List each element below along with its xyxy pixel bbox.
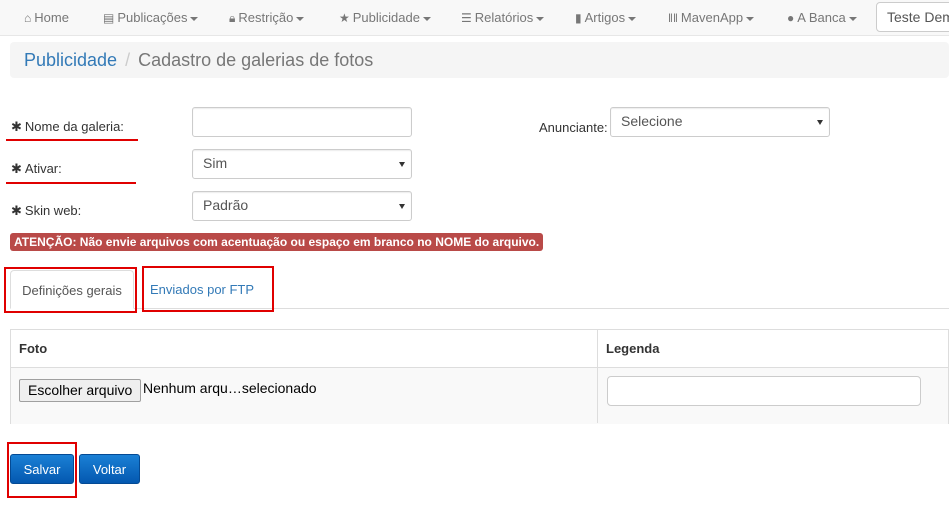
nav-home-label: Home [34, 10, 69, 25]
highlight-box [4, 267, 137, 313]
skin-web-select-value: Padrão [203, 197, 249, 213]
chevron-down-icon [422, 16, 431, 21]
photo-table: Foto Legenda Escolher arquivo Nenhum arq… [10, 329, 949, 424]
required-icon: ✱ [11, 203, 22, 218]
column-divider [597, 330, 598, 423]
barcode-icon: ‖‖ [668, 11, 678, 25]
highlight-box [7, 442, 77, 498]
nav-a-banca[interactable]: ● A Banca [787, 0, 857, 36]
ativar-select[interactable]: Sim [192, 149, 412, 179]
table-row: Escolher arquivo Nenhum arqu…selecionado [11, 367, 948, 424]
ativar-select-value: Sim [203, 155, 228, 171]
highlight-box [142, 266, 274, 312]
globe-icon: ● [787, 11, 795, 25]
anunciante-label: Anunciante: [539, 120, 608, 135]
nav-mavenapp-label: MavenApp [680, 10, 744, 25]
nav-publicacoes-label: Publicações [117, 10, 188, 25]
nav-search-input[interactable]: Teste Dem [876, 2, 949, 32]
nome-galeria-label: ✱ Nome da galeria: [11, 119, 124, 135]
top-navbar: ⌂ Home ▤ Publicações 🔒︎ Restrição ★ Publicid… [0, 0, 949, 36]
required-icon: ✱ [11, 161, 22, 176]
chevron-down-icon [628, 16, 637, 21]
nome-galeria-input[interactable] [192, 107, 412, 137]
select-arrow-icon [399, 162, 405, 167]
nome-galeria-label-text: Nome da galeria: [24, 119, 124, 134]
breadcrumb-separator: / [125, 50, 131, 70]
breadcrumb: Publicidade / Cadastro de galerias de foto… [10, 42, 949, 78]
breadcrumb-link-publicidade[interactable]: Publicidade [24, 50, 117, 70]
skin-web-select[interactable]: Padrão [192, 191, 412, 221]
nav-publicacoes[interactable]: ▤ Publicações [103, 0, 199, 36]
select-arrow-icon [399, 204, 405, 209]
choose-file-button[interactable]: Escolher arquivo [19, 379, 142, 402]
legenda-input[interactable] [607, 376, 921, 406]
bookmark-icon: ▮ [575, 11, 582, 25]
nav-artigos-label: Artigos [584, 10, 626, 25]
table-header-legenda: Legenda [606, 341, 660, 356]
list-icon: ☰ [461, 11, 472, 25]
nav-mavenapp[interactable]: ‖‖ MavenApp [668, 0, 755, 36]
chevron-down-icon [746, 16, 755, 21]
nav-publicidade[interactable]: ★ Publicidade [339, 0, 431, 36]
home-icon: ⌂ [24, 11, 32, 25]
chevron-down-icon [296, 16, 305, 21]
chevron-down-icon [536, 16, 545, 21]
nav-home[interactable]: ⌂ Home [24, 0, 69, 36]
file-status-text: Nenhum arqu…selecionado [143, 380, 317, 396]
lock-icon: 🔒︎ [229, 11, 236, 25]
star-icon: ★ [339, 11, 350, 25]
nav-relatorios-label: Relatórios [474, 10, 534, 25]
highlight-underline [6, 182, 136, 184]
ativar-label: ✱ Ativar: [11, 161, 62, 177]
chevron-down-icon [190, 16, 199, 21]
nav-restricao[interactable]: 🔒︎ Restrição [229, 0, 305, 36]
nav-restricao-label: Restrição [238, 10, 294, 25]
nav-a-banca-label: A Banca [797, 10, 846, 25]
nav-artigos[interactable]: ▮ Artigos [575, 0, 637, 36]
select-arrow-icon [817, 120, 823, 125]
anunciante-select-value: Selecione [621, 113, 683, 129]
nav-publicidade-label: Publicidade [352, 10, 420, 25]
back-button[interactable]: Voltar [79, 454, 140, 484]
ativar-label-text: Ativar: [24, 161, 62, 176]
anunciante-select[interactable]: Selecione [610, 107, 830, 137]
nav-relatorios[interactable]: ☰ Relatórios [461, 0, 545, 36]
breadcrumb-current: Cadastro de galerias de fotos [138, 50, 374, 70]
chevron-down-icon [848, 16, 857, 21]
highlight-underline [6, 139, 138, 141]
warning-badge: ATENÇÃO: Não envie arquivos com acentuaç… [10, 233, 544, 251]
required-icon: ✱ [11, 119, 22, 134]
book-icon: ▤ [103, 11, 115, 25]
skin-web-label-text: Skin web: [24, 203, 82, 218]
table-header-foto: Foto [19, 341, 48, 356]
skin-web-label: ✱ Skin web: [11, 203, 81, 219]
